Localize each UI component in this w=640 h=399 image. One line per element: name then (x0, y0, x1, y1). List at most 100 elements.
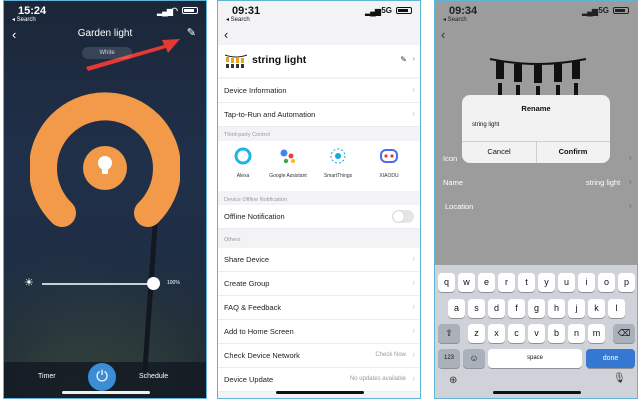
dialog-title: Rename (521, 104, 551, 113)
key-o[interactable]: o (598, 273, 615, 292)
color-ring-dial[interactable] (30, 91, 180, 231)
third-party-alexa[interactable]: Alexa (218, 141, 268, 179)
key-x[interactable]: x (488, 324, 505, 343)
status-back-link[interactable]: ◂ Search (12, 16, 36, 23)
chevron-right-icon: › (412, 326, 415, 335)
key-i[interactable]: i (578, 273, 595, 292)
offline-notification-toggle[interactable] (392, 210, 414, 223)
home-indicator (276, 391, 364, 394)
wifi-icon: ◠ (171, 6, 178, 15)
key-l[interactable]: l (608, 299, 625, 318)
key-k[interactable]: k (588, 299, 605, 318)
space-key[interactable]: space (488, 349, 582, 368)
shift-key[interactable]: ⇧ (438, 324, 460, 343)
key-c[interactable]: c (508, 324, 525, 343)
row-share-device[interactable]: Share Device › (218, 248, 420, 272)
key-v[interactable]: v (528, 324, 545, 343)
chevron-right-icon: › (412, 278, 415, 287)
key-f[interactable]: f (508, 299, 525, 318)
row-name-value: string light (586, 178, 621, 187)
timer-button[interactable]: Timer (38, 373, 56, 380)
row-location-label[interactable]: Location (445, 202, 473, 211)
key-j[interactable]: j (568, 299, 585, 318)
row-label: Check Device Network (224, 351, 300, 360)
status-bar: 15:24 ◂ Search ▂▄▆ ◠ (4, 1, 206, 25)
row-tap-to-run[interactable]: Tap-to-Run and Automation › (218, 103, 420, 127)
row-label: Share Device (224, 255, 270, 264)
section-others: Others (224, 237, 241, 243)
key-r[interactable]: r (498, 273, 515, 292)
key-d[interactable]: d (488, 299, 505, 318)
microphone-icon[interactable]: 🎙 (613, 373, 626, 384)
back-chevron-icon[interactable]: ‹ (441, 27, 445, 42)
row-name-label[interactable]: Name (443, 178, 463, 187)
string-light-icon (224, 54, 248, 68)
row-add-to-home-screen[interactable]: Add to Home Screen › (218, 320, 420, 344)
back-chevron-icon[interactable]: ‹ (224, 27, 228, 42)
key-w[interactable]: w (458, 273, 475, 292)
row-faq-feedback[interactable]: FAQ & Feedback › (218, 296, 420, 320)
third-party-google-assistant[interactable]: Google Assistant (263, 141, 313, 179)
mode-tab-white[interactable]: White (82, 47, 132, 59)
key-n[interactable]: n (568, 324, 585, 343)
row-create-group[interactable]: Create Group › (218, 272, 420, 296)
key-m[interactable]: m (588, 324, 605, 343)
third-party-label: Google Assistant (269, 173, 307, 179)
globe-icon[interactable]: ⊕ (449, 375, 457, 386)
third-party-smartthings[interactable]: SmartThings (313, 141, 363, 179)
key-h[interactable]: h (548, 299, 565, 318)
key-b[interactable]: b (548, 324, 565, 343)
row-value: Check Now (375, 352, 406, 358)
power-button[interactable]: ⏻ (88, 363, 116, 391)
signal-icon: ▂▄▆ (157, 7, 173, 16)
cancel-button[interactable]: Cancel (462, 147, 536, 156)
key-g[interactable]: g (528, 299, 545, 318)
garden-light-screen: 15:24 ◂ Search ▂▄▆ ◠ ‹ Garden light ✎ Wh… (3, 0, 207, 399)
chevron-right-icon: › (412, 350, 415, 359)
row-icon-label[interactable]: Icon (443, 154, 457, 163)
chevron-right-icon: › (412, 109, 415, 118)
battery-icon (182, 7, 198, 14)
backspace-icon: ⌫ (617, 328, 631, 338)
key-s[interactable]: s (468, 299, 485, 318)
key-q[interactable]: q (438, 273, 455, 292)
rename-input[interactable]: string light (472, 122, 600, 128)
signal-icon: ▂▄▆ (582, 7, 598, 16)
key-z[interactable]: z (468, 324, 485, 343)
battery-icon (396, 7, 412, 14)
key-t[interactable]: t (518, 273, 535, 292)
numbers-key[interactable]: 123 (438, 349, 460, 368)
edit-pencil-icon[interactable]: ✎ (187, 26, 196, 39)
key-a[interactable]: a (448, 299, 465, 318)
key-u[interactable]: u (558, 273, 575, 292)
third-party-xiaodu[interactable]: XIAODU (364, 141, 414, 179)
edit-pencil-icon[interactable]: ✎ (400, 55, 407, 64)
row-device-update[interactable]: Device Update No updates available › (218, 368, 420, 392)
backspace-key[interactable]: ⌫ (613, 324, 635, 343)
schedule-button[interactable]: Schedule (139, 373, 168, 380)
brightness-slider-knob[interactable] (147, 277, 160, 290)
row-label: Create Group (224, 279, 270, 288)
emoji-key[interactable]: ☺ (463, 349, 485, 368)
network-label: 5G (381, 6, 392, 15)
brightness-slider[interactable] (42, 283, 155, 285)
key-y[interactable]: y (538, 273, 555, 292)
device-name: string light (252, 54, 307, 66)
done-key[interactable]: done (586, 349, 635, 368)
third-party-label: XIAODU (379, 173, 399, 179)
status-bar: 09:34 ◂ Search ▂▄▆ 5G (435, 1, 637, 25)
row-check-device-network[interactable]: Check Device Network Check Now › (218, 344, 420, 368)
device-header[interactable]: string light ✎ › (218, 45, 420, 77)
power-icon: ⏻ (96, 368, 108, 385)
third-party-label: SmartThings (323, 173, 353, 179)
chevron-right-icon: › (412, 254, 415, 263)
third-party-grid: Alexa Google Assistant SmartThings XIAOD… (218, 141, 420, 191)
confirm-button[interactable]: Confirm (536, 147, 610, 156)
status-back-link[interactable]: ◂ Search (443, 16, 467, 23)
row-device-information[interactable]: Device Information › (218, 79, 420, 103)
rename-dialog: Rename string light Cancel Confirm (462, 95, 610, 163)
key-e[interactable]: e (478, 273, 495, 292)
row-label: Tap-to-Run and Automation (224, 110, 316, 119)
key-p[interactable]: p (618, 273, 635, 292)
status-back-link[interactable]: ◂ Search (226, 16, 250, 23)
